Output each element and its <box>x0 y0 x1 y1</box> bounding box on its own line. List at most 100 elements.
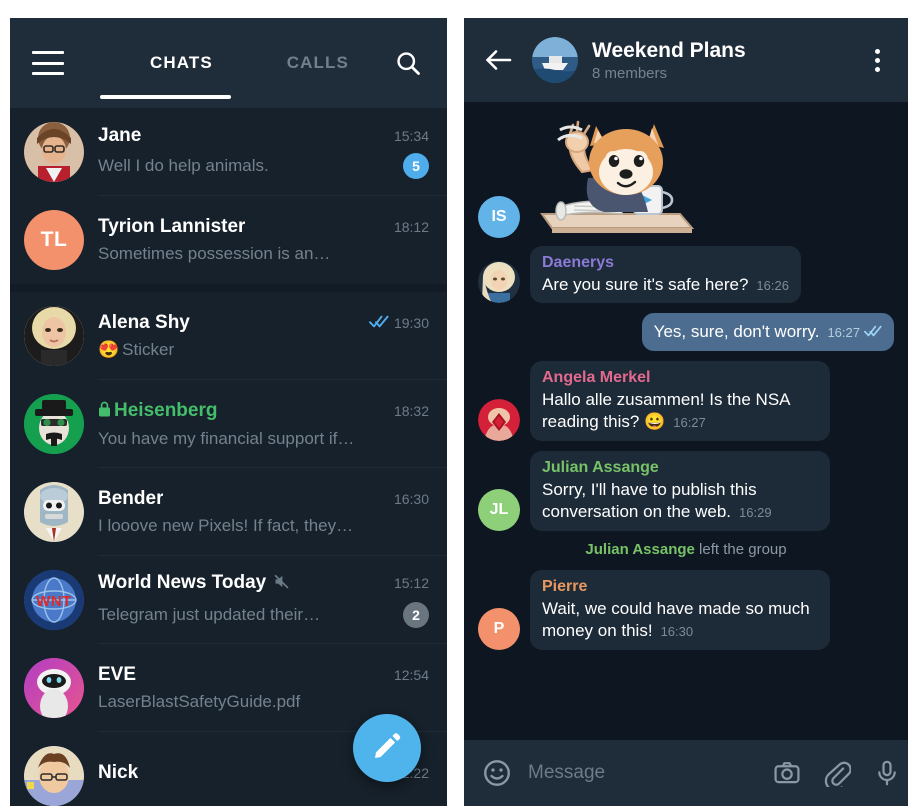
svg-text:WNT: WNT <box>36 593 72 610</box>
message-text: Are you sure it's safe here? <box>542 275 749 294</box>
chat-row-heisenberg[interactable]: Heisenberg 18:32 You have my financial s… <box>10 380 447 468</box>
pierre-avatar[interactable]: P <box>478 607 520 650</box>
avatar <box>24 394 84 454</box>
row-body: Tyrion Lannister 18:12 Sometimes possess… <box>98 216 429 264</box>
avatar: WNT <box>24 570 84 630</box>
chat-title-secret: Heisenberg <box>98 400 217 423</box>
chat-time: 15:12 <box>393 575 429 591</box>
angela-merkel-avatar[interactable] <box>478 398 520 441</box>
input-action-icons <box>773 759 901 787</box>
message-bubble-in[interactable]: Julian Assange Sorry, I'll have to publi… <box>530 450 830 531</box>
chat-preview: LaserBlastSafetyGuide.pdf <box>98 692 301 711</box>
read-double-check-icon <box>864 325 882 340</box>
daenerys-avatar[interactable] <box>478 261 520 304</box>
chat-list: Jane 15:34 Well I do help animals. 5 TL <box>10 108 447 806</box>
chat-preview: Sometimes possession is an… <box>98 244 331 263</box>
chat-time: 12:54 <box>393 667 429 683</box>
avatar <box>24 658 84 718</box>
julian-assange-avatar[interactable]: JL <box>478 488 520 531</box>
avatar: IS <box>478 196 520 238</box>
time-text: 16:27 <box>827 325 860 341</box>
shiba-inu-at-desk-sticker <box>530 110 700 238</box>
chat-title: EVE <box>98 664 137 685</box>
system-message-name: Julian Assange <box>585 540 695 558</box>
tab-calls[interactable]: CALLS <box>281 18 355 108</box>
chat-list-app-bar: CHATS CALLS <box>10 18 447 108</box>
row-body: Jane 15:34 Well I do help animals. 5 <box>98 125 429 179</box>
avatar-initials: IS <box>491 208 507 225</box>
chat-title-text: Heisenberg <box>114 399 218 421</box>
search-icon[interactable] <box>391 46 425 80</box>
chat-title: Nick <box>98 762 139 783</box>
message-row: JL Julian Assange Sorry, I'll have to pu… <box>478 450 894 531</box>
message-sender: Pierre <box>542 577 588 595</box>
avatar-initials: TL <box>40 228 68 251</box>
message-bubble-out[interactable]: Yes, sure, don't worry. 16:27 <box>641 313 894 351</box>
message-sticker[interactable]: IS <box>478 110 894 238</box>
chat-row-alena-shy[interactable]: Alena Shy 19:30 😍 Sticker <box>10 292 447 380</box>
conversation-title-block: Weekend Plans 8 members <box>592 39 864 82</box>
chat-row-jane[interactable]: Jane 15:34 Well I do help animals. 5 <box>10 108 447 196</box>
read-double-check-icon <box>369 315 389 331</box>
chat-title: World News Today <box>98 572 290 596</box>
avatar-initials: JL <box>489 500 509 518</box>
chat-time: 19:30 <box>359 315 429 331</box>
chat-time: 18:32 <box>393 402 429 419</box>
message-sender: Daenerys <box>542 254 615 271</box>
message-input[interactable] <box>528 762 773 784</box>
message-time: 16:26 <box>756 278 789 293</box>
screen-root: CHATS CALLS Jane 15:34 Well I do help an… <box>0 0 918 806</box>
chat-list-panel: CHATS CALLS Jane 15:34 Well I do help an… <box>10 18 447 806</box>
avatar <box>24 746 84 806</box>
microphone-icon[interactable] <box>873 759 901 787</box>
chat-row-tyrion-lannister[interactable]: TL Tyrion Lannister 18:12 Sometimes poss… <box>10 196 447 284</box>
hamburger-menu-icon[interactable] <box>32 51 64 75</box>
heart-eyes-emoji: 😍 <box>98 340 120 359</box>
lock-icon <box>98 401 111 423</box>
message-sender: Julian Assange <box>542 458 659 476</box>
row-body: EVE 12:54 LaserBlastSafetyGuide.pdf <box>98 664 429 712</box>
message-row: Daenerys Are you sure it's safe here? 16:… <box>478 246 894 304</box>
row-body: World News Today 15:12 Telegram just upd… <box>98 572 429 628</box>
conversation-subtitle: 8 members <box>592 64 668 82</box>
group-avatar[interactable] <box>532 37 578 83</box>
message-bubble-in[interactable]: Pierre Wait, we could have made so much … <box>530 569 830 650</box>
system-message: Julian Assange left the group <box>478 541 894 558</box>
message-bubble-in[interactable]: Daenerys Are you sure it's safe here? 16:… <box>530 246 801 304</box>
message-sender: Angela Merkel <box>542 368 651 386</box>
system-message-text: left the group <box>699 540 787 558</box>
message-bubble-in[interactable]: Angela Merkel Hallo alle zusammen! Is th… <box>530 360 830 441</box>
chat-title: Alena Shy <box>98 312 190 333</box>
compose-fab-button[interactable] <box>353 714 421 782</box>
row-body: Bender 16:30 I looove new Pixels! If fac… <box>98 488 429 536</box>
chat-preview: Well I do help animals. <box>98 156 269 175</box>
avatar: TL <box>24 210 84 270</box>
chat-row-world-news-today[interactable]: WNT World News Today 15:12 Telegram just… <box>10 556 447 644</box>
avatar-initials: P <box>493 619 505 637</box>
pencil-icon <box>372 731 402 766</box>
message-time: 16:29 <box>739 505 772 521</box>
camera-icon[interactable] <box>773 759 801 787</box>
message-time: 16:30 <box>660 624 694 640</box>
chat-time: 16:30 <box>393 491 429 507</box>
chat-title: Bender <box>98 488 164 509</box>
message-row-outgoing: Yes, sure, don't worry. 16:27 <box>478 313 894 351</box>
paperclip-icon[interactable] <box>823 759 851 787</box>
back-arrow-icon[interactable] <box>484 45 514 75</box>
chat-preview: You have my financial support if… <box>98 428 355 448</box>
row-body: Alena Shy 19:30 😍 Sticker <box>98 312 429 360</box>
message-list: IS Daenerys Are you sure it's safe here?… <box>464 102 908 740</box>
preview-text: Sticker <box>122 340 175 359</box>
chat-row-bender[interactable]: Bender 16:30 I looove new Pixels! If fac… <box>10 468 447 556</box>
overflow-menu-icon[interactable] <box>864 48 890 72</box>
chat-title: Tyrion Lannister <box>98 216 246 237</box>
message-text: Yes, sure, don't worry. <box>653 322 820 342</box>
mute-icon <box>273 573 290 596</box>
chat-title: Jane <box>98 125 142 146</box>
message-row: P Pierre Wait, we could have made so muc… <box>478 569 894 650</box>
avatar <box>24 482 84 542</box>
chat-title-text: World News Today <box>98 572 267 593</box>
message-text: Sorry, I'll have to publish this convers… <box>542 479 757 522</box>
smiley-face-icon[interactable] <box>482 758 512 788</box>
chat-time: 15:34 <box>393 128 429 144</box>
